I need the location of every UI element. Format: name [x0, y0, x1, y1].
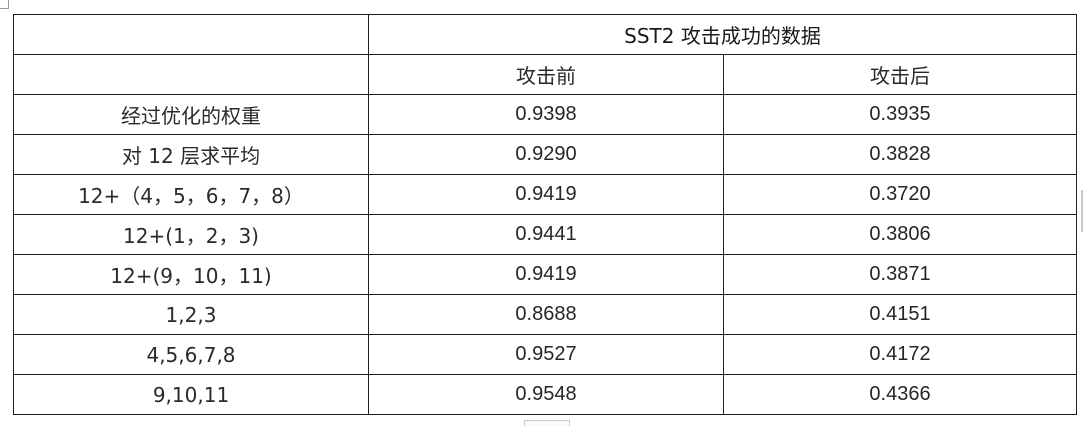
row-label: 对 12 层求平均	[13, 134, 369, 175]
right-edge-marks	[1079, 0, 1085, 425]
before-value: 0.9419	[368, 254, 724, 295]
corner-crop-mark	[0, 0, 10, 10]
group-header-cell: SST2 攻击成功的数据	[368, 14, 1077, 55]
table-row: 4,5,6,7,8 0.9527 0.4172	[13, 334, 1077, 375]
after-value: 0.4172	[723, 334, 1077, 375]
after-value: 0.4366	[723, 374, 1077, 415]
before-value: 0.9548	[368, 374, 724, 415]
table-row: 12+(1，2，3) 0.9441 0.3806	[13, 214, 1077, 255]
table-row: 对 12 层求平均 0.9290 0.3828	[13, 134, 1077, 175]
table-row: 1,2,3 0.8688 0.4151	[13, 294, 1077, 335]
row-label: 12+(1，2，3)	[13, 214, 369, 255]
table-row: 12+(9，10，11) 0.9419 0.3871	[13, 254, 1077, 295]
after-value: 0.3935	[723, 94, 1077, 135]
row-label: 经过优化的权重	[13, 94, 369, 135]
after-value: 0.3828	[723, 134, 1077, 175]
before-value: 0.8688	[368, 294, 724, 335]
row-label: 12+(9，10，11)	[13, 254, 369, 295]
empty-header-cell	[13, 54, 369, 95]
before-value: 0.9290	[368, 134, 724, 175]
table-row: 12+（4，5，6，7，8） 0.9419 0.3720	[13, 174, 1077, 215]
empty-header-cell	[13, 14, 369, 55]
row-label: 4,5,6,7,8	[13, 334, 369, 375]
table-resize-handle[interactable]	[524, 420, 570, 426]
header-row-group: SST2 攻击成功的数据	[13, 14, 1077, 55]
after-value: 0.3871	[723, 254, 1077, 295]
after-value: 0.3720	[723, 174, 1077, 215]
results-table: SST2 攻击成功的数据 攻击前 攻击后 经过优化的权重 0.9398 0.39…	[13, 14, 1077, 415]
before-value: 0.9441	[368, 214, 724, 255]
row-label: 9,10,11	[13, 374, 369, 415]
header-row-columns: 攻击前 攻击后	[13, 54, 1077, 95]
table-row: 经过优化的权重 0.9398 0.3935	[13, 94, 1077, 135]
row-label: 12+（4，5，6，7，8）	[13, 174, 369, 215]
table-row: 9,10,11 0.9548 0.4366	[13, 374, 1077, 415]
before-value: 0.9398	[368, 94, 724, 135]
before-value: 0.9527	[368, 334, 724, 375]
after-value: 0.4151	[723, 294, 1077, 335]
column-header-after: 攻击后	[723, 54, 1077, 95]
column-header-before: 攻击前	[368, 54, 724, 95]
before-value: 0.9419	[368, 174, 724, 215]
after-value: 0.3806	[723, 214, 1077, 255]
row-label: 1,2,3	[13, 294, 369, 335]
